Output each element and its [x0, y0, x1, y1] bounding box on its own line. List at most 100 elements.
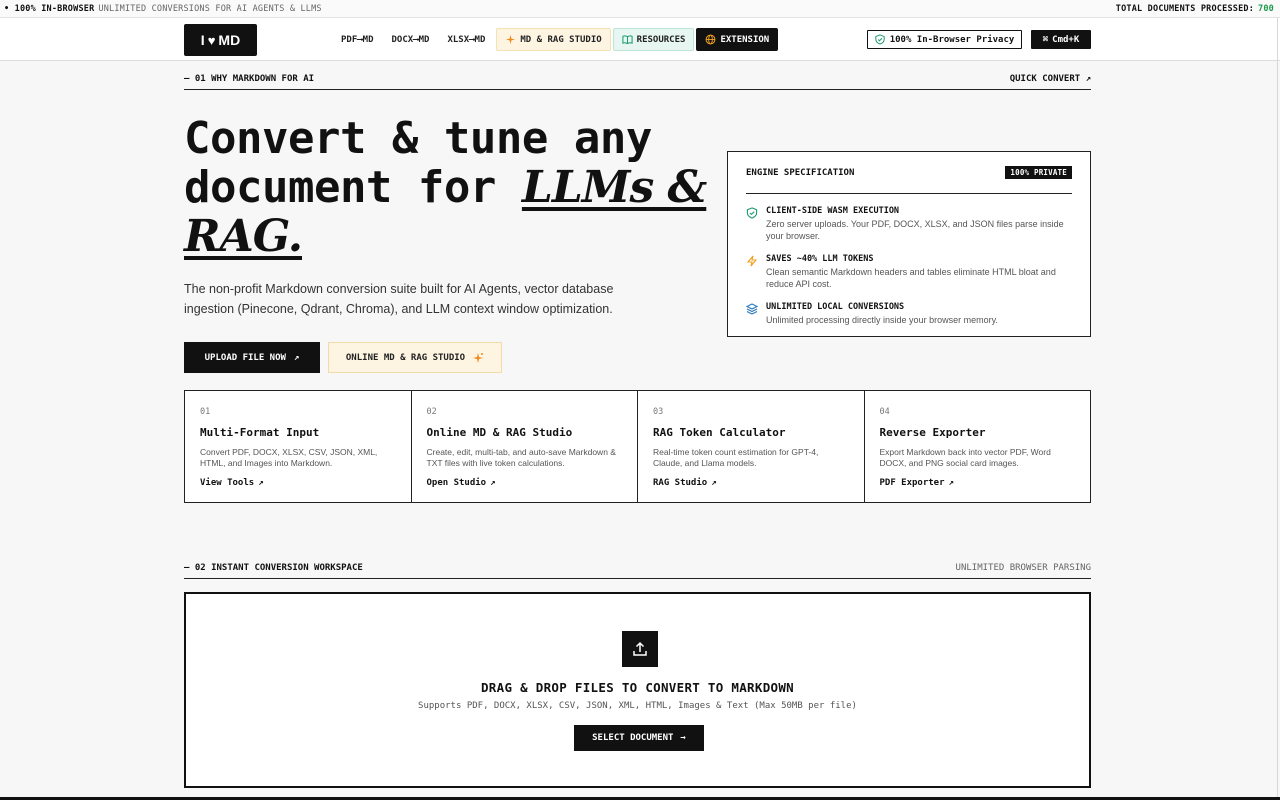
nav-resources-label: RESOURCES	[636, 34, 686, 45]
section-2-header: — 02 INSTANT CONVERSION WORKSPACE UNLIMI…	[184, 557, 1091, 579]
spec-item-tokens: SAVES ~40% LLM TOKENS Clean semantic Mar…	[746, 254, 1072, 290]
quick-convert-link[interactable]: QUICK CONVERT ↗	[1010, 74, 1091, 84]
nav-md-rag-studio[interactable]: MD & RAG STUDIO	[496, 28, 611, 51]
layers-icon	[746, 303, 758, 315]
dropzone-title: DRAG & DROP FILES TO CONVERT TO MARKDOWN	[480, 680, 795, 695]
nav-extension-label: EXTENSION	[720, 34, 770, 45]
rag-studio-link[interactable]: RAG Studio ↗	[653, 478, 849, 488]
select-document-label: SELECT DOCUMENT	[592, 733, 674, 743]
spec-item-title: CLIENT-SIDE WASM EXECUTION	[766, 206, 900, 216]
lightning-icon	[746, 255, 758, 267]
spec-item-wasm: CLIENT-SIDE WASM EXECUTION Zero server u…	[746, 206, 1072, 242]
privacy-label: 100% In-Browser Privacy	[889, 34, 1015, 45]
select-document-button[interactable]: SELECT DOCUMENT →	[574, 725, 704, 751]
spec-item-unlimited: UNLIMITED LOCAL CONVERSIONS Unlimited pr…	[746, 302, 1072, 326]
arrow-right-icon: →	[680, 733, 686, 743]
spec-item-desc: Clean semantic Markdown headers and tabl…	[766, 267, 1056, 289]
view-tools-link[interactable]: View Tools ↗	[200, 478, 396, 488]
nav-resources[interactable]: RESOURCES	[612, 28, 695, 51]
hero-title-emphasis-rag: RAG.	[184, 211, 303, 262]
feature-title: Online MD & RAG Studio	[426, 426, 573, 439]
spec-item-title: SAVES ~40% LLM TOKENS	[766, 254, 874, 264]
feature-number: 02	[426, 407, 437, 417]
arrow-up-right-icon: ↗	[490, 478, 496, 488]
hero-title: Convert & tune any document for LLMs & R…	[184, 114, 724, 261]
dropzone-supported-formats: Supports PDF, DOCX, XLSX, CSV, JSON, XML…	[418, 701, 857, 711]
engine-spec-title: ENGINE SPECIFICATION	[746, 167, 855, 178]
section-2-tagline: UNLIMITED BROWSER PARSING	[955, 562, 1091, 573]
documents-processed-label: TOTAL DOCUMENTS PROCESSED:	[1115, 3, 1255, 14]
section-1-header: — 01 WHY MARKDOWN FOR AI QUICK CONVERT ↗	[184, 68, 1091, 90]
file-dropzone[interactable]: DRAG & DROP FILES TO CONVERT TO MARKDOWN…	[184, 592, 1091, 788]
nav-link-docx-to-md[interactable]: DOCX⟶MD	[383, 28, 439, 51]
nav-links: PDF⟶MD DOCX⟶MD XLSX⟶MD MD & RAG STUDIO R…	[341, 28, 779, 51]
globe-icon	[706, 34, 716, 45]
feature-link-label: Open Studio	[426, 478, 487, 488]
privacy-button[interactable]: 100% In-Browser Privacy	[867, 30, 1022, 49]
feature-description: Create, edit, multi-tab, and auto-save M…	[426, 447, 616, 468]
logo-i: I	[200, 32, 205, 48]
online-studio-label: ONLINE MD & RAG STUDIO	[345, 352, 466, 363]
command-icon: ⌘	[1042, 34, 1049, 45]
spec-item-title: UNLIMITED LOCAL CONVERSIONS	[766, 302, 905, 312]
ticker-in-browser-label: • 100% IN-BROWSER	[4, 3, 95, 14]
scrollbar-track[interactable]	[1277, 18, 1278, 800]
private-badge: 100% PRIVATE	[1005, 166, 1072, 179]
hero-title-line-1: Convert & tune any	[184, 113, 652, 164]
ticker-left: • 100% IN-BROWSER UNLIMITED CONVERSIONS F…	[4, 4, 322, 14]
spec-item-desc: Zero server uploads. Your PDF, DOCX, XLS…	[766, 219, 1064, 241]
engine-spec-card: ENGINE SPECIFICATION 100% PRIVATE CLIENT…	[727, 151, 1091, 337]
upload-icon	[622, 631, 658, 667]
feature-title: Reverse Exporter	[879, 426, 986, 439]
open-studio-link[interactable]: Open Studio ↗	[427, 478, 623, 488]
hero-title-line-3: RAG.	[184, 212, 724, 261]
heart-icon: ♥	[207, 32, 216, 48]
arrow-up-right-icon: ↗	[293, 352, 300, 363]
feature-description: Real-time token count estimation for GPT…	[653, 447, 819, 468]
shield-check-icon	[746, 207, 758, 219]
sparkle-icon	[473, 352, 484, 363]
feature-card: 04 Reverse Exporter Export Markdown back…	[865, 391, 1091, 502]
nav-link-pdf-to-md[interactable]: PDF⟶MD	[341, 28, 383, 51]
spec-item-desc: Unlimited processing directly inside you…	[766, 315, 998, 325]
logo-md: MD	[218, 32, 241, 48]
nav-link-xlsx-to-md[interactable]: XLSX⟶MD	[438, 28, 494, 51]
feature-description: Export Markdown back into vector PDF, Wo…	[879, 447, 1051, 468]
sparkle-icon	[506, 34, 516, 45]
hero-title-line-2: document for LLMs &	[184, 163, 724, 212]
feature-card: 01 Multi-Format Input Convert PDF, DOCX,…	[185, 391, 412, 502]
feature-link-label: PDF Exporter	[879, 478, 945, 488]
section-2-label: — 02 INSTANT CONVERSION WORKSPACE	[184, 562, 363, 573]
arrow-up-right-icon: ↗	[711, 478, 717, 488]
hero-description: The non-profit Markdown conversion suite…	[184, 282, 614, 316]
shield-check-icon	[875, 34, 885, 45]
feature-title: RAG Token Calculator	[653, 426, 786, 439]
upload-file-button[interactable]: UPLOAD FILE NOW ↗	[184, 342, 320, 373]
ticker-subtitle: UNLIMITED CONVERSIONS FOR AI AGENTS & LL…	[98, 3, 322, 14]
feature-description: Convert PDF, DOCX, XLSX, CSV, JSON, XML,…	[200, 447, 378, 468]
top-ticker-bar: • 100% IN-BROWSER UNLIMITED CONVERSIONS F…	[0, 0, 1280, 18]
feature-number: 01	[200, 407, 211, 417]
command-palette-label: Cmd+K	[1052, 34, 1080, 45]
navbar: I ♥ MD PDF⟶MD DOCX⟶MD XLSX⟶MD MD & RAG S…	[0, 18, 1280, 61]
engine-spec-header: ENGINE SPECIFICATION 100% PRIVATE	[746, 152, 1072, 194]
hero-title-emphasis-llms: LLMs &	[521, 162, 707, 213]
feature-grid: 01 Multi-Format Input Convert PDF, DOCX,…	[184, 390, 1091, 503]
feature-card: 02 Online MD & RAG Studio Create, edit, …	[412, 391, 638, 502]
nav-md-rag-studio-label: MD & RAG STUDIO	[520, 34, 602, 45]
feature-link-label: View Tools	[200, 478, 255, 488]
online-studio-button[interactable]: ONLINE MD & RAG STUDIO	[328, 342, 502, 373]
feature-number: 03	[653, 407, 664, 417]
ticker-right: TOTAL DOCUMENTS PROCESSED: 700	[1116, 4, 1274, 14]
feature-link-label: RAG Studio	[653, 478, 708, 488]
arrow-up-right-icon: ↗	[258, 478, 264, 488]
pdf-exporter-link[interactable]: PDF Exporter ↗	[880, 478, 1076, 488]
section-1-label: — 01 WHY MARKDOWN FOR AI	[184, 73, 315, 84]
feature-card: 03 RAG Token Calculator Real-time token …	[638, 391, 865, 502]
site-logo[interactable]: I ♥ MD	[184, 24, 257, 56]
command-palette-button[interactable]: ⌘ Cmd+K	[1031, 30, 1091, 49]
hero-title-line-2-text: document for	[184, 162, 522, 213]
arrow-up-right-icon: ↗	[948, 478, 954, 488]
nav-extension[interactable]: EXTENSION	[696, 28, 779, 51]
documents-processed-count: 700	[1258, 3, 1274, 14]
